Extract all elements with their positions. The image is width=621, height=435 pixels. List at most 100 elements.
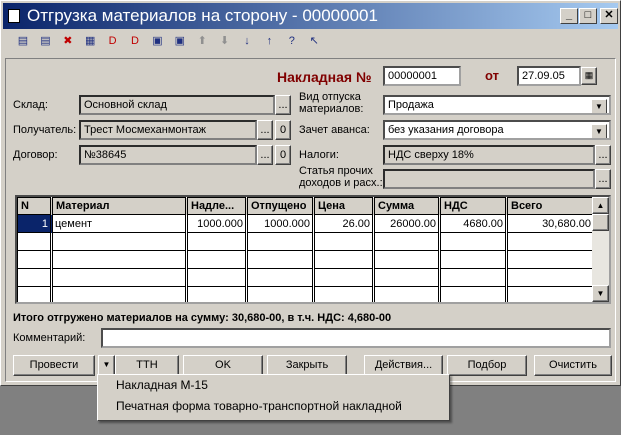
title-bar[interactable]: Отгрузка материалов на сторону - 0000000…: [3, 3, 618, 29]
column-header[interactable]: Отпущено: [246, 197, 315, 215]
maximize-button[interactable]: □: [579, 8, 597, 24]
table-cell[interactable]: [373, 232, 441, 251]
table-cell[interactable]: [17, 268, 53, 287]
table-cell[interactable]: 30,680.00: [506, 214, 596, 233]
table-cell[interactable]: 26.00: [313, 214, 375, 233]
provesti-button[interactable]: Провести: [13, 355, 95, 376]
table-cell[interactable]: [373, 250, 441, 269]
menu-item-m15[interactable]: Накладная М-15: [98, 375, 449, 396]
invoice-number-input[interactable]: 00000001: [383, 66, 461, 86]
down-arrow-icon[interactable]: ⬇: [217, 33, 233, 49]
table-cell[interactable]: [373, 286, 441, 302]
column-header[interactable]: НДС: [439, 197, 508, 215]
table-cell[interactable]: [313, 268, 375, 287]
add-icon[interactable]: ▤: [37, 33, 53, 49]
nalogi-input[interactable]: НДС сверху 18%: [383, 145, 595, 165]
table-cell[interactable]: [373, 268, 441, 287]
table-cell[interactable]: [51, 268, 188, 287]
table-cell[interactable]: 1000.000: [186, 214, 248, 233]
chevron-down-icon[interactable]: ▼: [591, 124, 607, 138]
podbor-button[interactable]: Подбор: [447, 355, 527, 376]
table-cell[interactable]: 1: [17, 214, 53, 233]
help-icon[interactable]: ?: [284, 33, 300, 49]
statya-select-button[interactable]: ...: [595, 169, 611, 189]
table-cell[interactable]: [506, 268, 596, 287]
table-cell[interactable]: [186, 268, 248, 287]
table-cell[interactable]: [313, 232, 375, 251]
table-cell[interactable]: [439, 268, 508, 287]
table-cell[interactable]: [313, 286, 375, 302]
copy-icon[interactable]: ▦: [82, 33, 98, 49]
minimize-button[interactable]: _: [560, 8, 578, 24]
table-cell[interactable]: 26000.00: [373, 214, 441, 233]
print-dropdown-button[interactable]: ▼: [98, 355, 115, 376]
table-cell[interactable]: цемент: [51, 214, 188, 233]
table-cell[interactable]: [246, 268, 315, 287]
scroll-up-button[interactable]: ▲: [592, 197, 609, 214]
table-cell[interactable]: [506, 232, 596, 251]
table-cell[interactable]: [439, 250, 508, 269]
table-row[interactable]: [17, 286, 596, 302]
table-cell[interactable]: [506, 286, 596, 302]
vertical-scrollbar[interactable]: ▲ ▼: [592, 197, 609, 302]
comment-input[interactable]: [101, 328, 611, 348]
poluchatel-input[interactable]: Трест Мосмеханмонтаж: [79, 120, 257, 140]
ttn-button[interactable]: ТТН: [115, 355, 179, 376]
table-cell[interactable]: [439, 286, 508, 302]
table-row[interactable]: 1 цемент 1000.000 1000.000 26.00 26000.00 4680…: [17, 214, 596, 233]
menu-item-ttn-print[interactable]: Печатная форма товарно-транспортной накл…: [98, 396, 449, 417]
table-cell[interactable]: [51, 250, 188, 269]
date-input[interactable]: 27.09.05: [517, 66, 581, 86]
zachet-select[interactable]: без указания договора ▼: [383, 120, 611, 140]
dogovor-input[interactable]: №38645: [79, 145, 257, 165]
table-cell[interactable]: [246, 232, 315, 251]
table-cell[interactable]: 1000.000: [246, 214, 315, 233]
table-cell[interactable]: [506, 250, 596, 269]
delete-icon[interactable]: ✖: [60, 33, 76, 49]
new-icon[interactable]: ▤: [15, 33, 31, 49]
table-cell[interactable]: [17, 250, 53, 269]
sort-desc-icon[interactable]: ↑: [261, 33, 277, 49]
column-header[interactable]: Всего: [506, 197, 596, 215]
table-cell[interactable]: [246, 250, 315, 269]
table-row[interactable]: [17, 250, 596, 269]
table-cell[interactable]: [186, 286, 248, 302]
poluchatel-open-button[interactable]: 0: [275, 120, 291, 140]
sort-asc-icon[interactable]: ↓: [239, 33, 255, 49]
scroll-down-button[interactable]: ▼: [592, 285, 609, 302]
ok-button[interactable]: OK: [183, 355, 263, 376]
insert-icon[interactable]: ▣: [149, 33, 165, 49]
chevron-down-icon[interactable]: ▼: [591, 99, 607, 113]
materials-table[interactable]: N Материал Надле... Отпущено Цена Сумма НДС Все…: [15, 195, 611, 304]
sklad-select-button[interactable]: ...: [275, 95, 291, 115]
column-header[interactable]: N: [17, 197, 53, 215]
dogovor-select-button[interactable]: ...: [257, 145, 273, 165]
nalogi-select-button[interactable]: ...: [595, 145, 611, 165]
doc-delete-icon[interactable]: D: [105, 33, 121, 49]
column-header[interactable]: Материал: [51, 197, 188, 215]
table-cell[interactable]: [17, 286, 53, 302]
poluchatel-select-button[interactable]: ...: [257, 120, 273, 140]
up-arrow-icon[interactable]: ⬆: [194, 33, 210, 49]
insert2-icon[interactable]: ▣: [172, 33, 188, 49]
statya-input[interactable]: [383, 169, 595, 189]
sklad-input[interactable]: Основной склад: [79, 95, 275, 115]
dogovor-open-button[interactable]: 0: [275, 145, 291, 165]
table-cell[interactable]: [51, 286, 188, 302]
table-cell[interactable]: [51, 232, 188, 251]
close-form-button[interactable]: Закрыть: [267, 355, 347, 376]
table-cell[interactable]: [186, 250, 248, 269]
table-cell[interactable]: [186, 232, 248, 251]
dk-icon[interactable]: D: [127, 33, 143, 49]
table-cell[interactable]: [17, 232, 53, 251]
scroll-thumb[interactable]: [592, 214, 609, 231]
close-button[interactable]: ✕: [600, 8, 618, 24]
table-cell[interactable]: 4680.00: [439, 214, 508, 233]
vid-select[interactable]: Продажа ▼: [383, 95, 611, 115]
table-cell[interactable]: [246, 286, 315, 302]
column-header[interactable]: Сумма: [373, 197, 441, 215]
whats-this-icon[interactable]: ↖: [306, 33, 322, 49]
column-header[interactable]: Цена: [313, 197, 375, 215]
column-header[interactable]: Надле...: [186, 197, 248, 215]
table-row[interactable]: [17, 268, 596, 287]
